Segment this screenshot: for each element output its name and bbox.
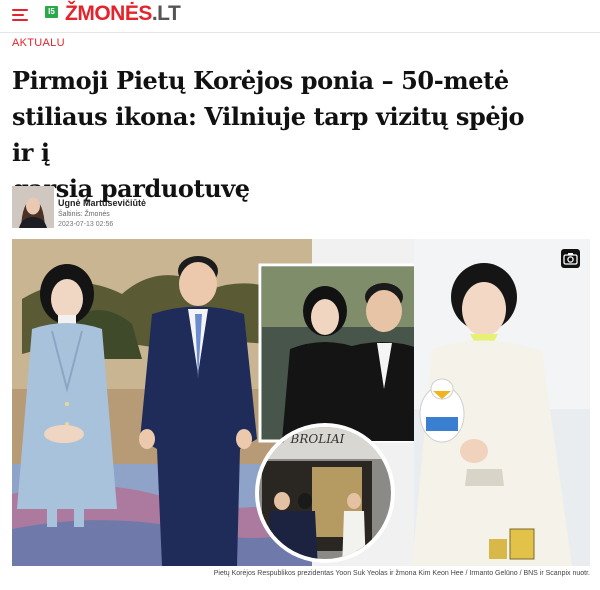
hamburger-menu-icon[interactable] bbox=[12, 9, 28, 21]
site-logo[interactable]: ŽMONĖS.LT bbox=[65, 2, 181, 25]
gallery-camera-button[interactable] bbox=[561, 249, 580, 268]
camera-icon bbox=[563, 253, 578, 265]
hero-collage: DU BROLIAI bbox=[12, 239, 590, 566]
author-avatar[interactable] bbox=[12, 186, 54, 228]
age-rating-badge: I5 bbox=[45, 6, 58, 18]
section-label[interactable]: AKTUALU bbox=[12, 37, 65, 49]
article-source: Šaltinis: Žmonės bbox=[58, 211, 110, 218]
image-caption: Pietų Korėjos Respublikos prezidentas Yo… bbox=[213, 570, 590, 577]
headline-line: Pirmoji Pietų Korėjos ponia – 50-metė bbox=[12, 66, 509, 95]
headline-line: stiliaus ikona: Vilniuje tarp vizitų spė… bbox=[12, 102, 525, 167]
article-date: 2023-07-13 02:56 bbox=[58, 221, 114, 228]
author-name[interactable]: Ugnė Martusevičiūtė bbox=[58, 198, 146, 208]
top-bar: I5 ŽMONĖS.LT bbox=[0, 0, 600, 33]
article-headline: Pirmoji Pietų Korėjos ponia – 50-metė st… bbox=[12, 63, 552, 207]
logo-tld: .LT bbox=[151, 2, 181, 25]
hero-image[interactable]: DU BROLIAI bbox=[12, 239, 590, 566]
logo-brand: ŽMONĖS bbox=[65, 2, 152, 25]
